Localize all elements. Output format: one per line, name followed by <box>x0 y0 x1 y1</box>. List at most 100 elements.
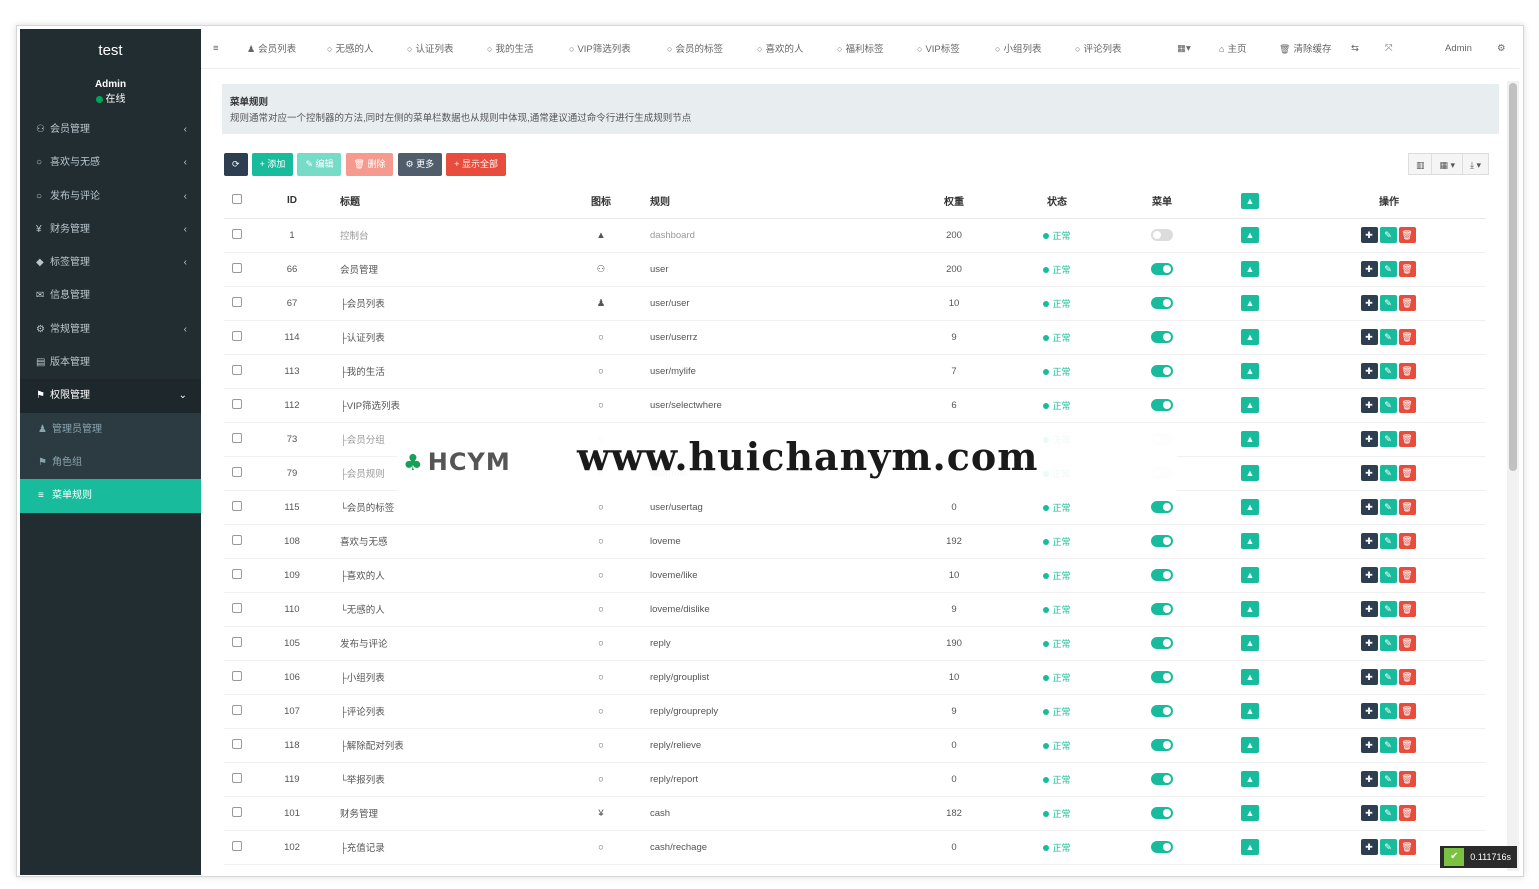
expand-icon[interactable]: ▲ <box>1241 329 1259 345</box>
cell-menu-toggle[interactable] <box>1116 762 1208 797</box>
sidebar-item[interactable]: ⚇ 会员管理 ‹ <box>20 113 201 146</box>
delete-icon[interactable]: 🗑 <box>1398 363 1416 379</box>
table-row[interactable]: 66 会员管理 ⚇ user 200 正常 ▲ ✚ ✎ 🗑 <box>224 252 1486 287</box>
edit-icon[interactable]: ✎ <box>1379 363 1397 379</box>
row-checkbox[interactable] <box>224 762 250 797</box>
cell-expand[interactable]: ▲ <box>1208 626 1292 661</box>
app-logo[interactable]: test <box>20 29 201 73</box>
col-status[interactable]: 状态 <box>998 184 1116 219</box>
sidebar-item[interactable]: ¥ 财务管理 ‹ <box>20 213 201 246</box>
col-title[interactable]: 标题 <box>334 184 558 219</box>
sidebar-item[interactable]: ◆ 标签管理 ‹ <box>20 246 201 279</box>
add-child-icon[interactable]: ✚ <box>1360 635 1378 651</box>
cell-menu-toggle[interactable] <box>1116 796 1208 831</box>
edit-icon[interactable]: ✎ <box>1379 703 1397 719</box>
menu-switch[interactable] <box>1151 331 1173 343</box>
delete-icon[interactable]: 🗑 <box>1398 737 1416 753</box>
row-checkbox[interactable] <box>224 320 250 355</box>
table-row[interactable]: 118 ├解除配对列表 ○ reply/relieve 0 正常 ▲ ✚ ✎ 🗑 <box>224 728 1486 763</box>
row-checkbox[interactable] <box>224 592 250 627</box>
scrollbar-thumb[interactable] <box>1509 83 1517 471</box>
cell-menu-toggle[interactable] <box>1116 524 1208 559</box>
row-checkbox[interactable] <box>224 490 250 525</box>
translate-icon[interactable]: ⇆ <box>1351 29 1359 69</box>
clear-cache-button[interactable]: 🗑 清除缓存 <box>1279 29 1331 69</box>
sidebar-subitem[interactable]: ♟ 管理员管理 <box>20 412 201 446</box>
cell-menu-toggle[interactable] <box>1116 320 1208 355</box>
delete-icon[interactable]: 🗑 <box>1398 397 1416 413</box>
edit-icon[interactable]: ✎ <box>1379 567 1397 583</box>
delete-icon[interactable]: 🗑 <box>1398 771 1416 787</box>
edit-icon[interactable]: ✎ <box>1379 431 1397 447</box>
cell-menu-toggle[interactable] <box>1116 728 1208 763</box>
row-checkbox[interactable] <box>224 694 250 729</box>
delete-icon[interactable]: 🗑 <box>1398 431 1416 447</box>
table-row[interactable]: 113 ├我的生活 ○ user/mylife 7 正常 ▲ ✚ ✎ 🗑 <box>224 354 1486 389</box>
sidebar-subitem[interactable]: ≡ 菜单规则 <box>20 479 201 513</box>
expand-icon[interactable]: ▲ <box>1241 601 1259 617</box>
edit-icon[interactable]: ✎ <box>1379 261 1397 277</box>
row-checkbox[interactable] <box>224 388 250 423</box>
menu-switch[interactable] <box>1151 603 1173 615</box>
table-row[interactable]: 107 ├评论列表 ○ reply/groupreply 9 正常 ▲ ✚ ✎ 🗑 <box>224 694 1486 729</box>
cell-expand[interactable]: ▲ <box>1208 524 1292 559</box>
menu-switch[interactable] <box>1151 365 1173 377</box>
expand-icon[interactable]: ▲ <box>1241 669 1259 685</box>
add-child-icon[interactable]: ✚ <box>1360 533 1378 549</box>
menu-switch[interactable] <box>1151 297 1173 309</box>
expand-icon[interactable]: ▲ <box>1241 839 1259 855</box>
col-icon[interactable]: 图标 <box>558 184 644 219</box>
nav-tab[interactable]: ○ 我的生活 <box>487 29 533 69</box>
delete-icon[interactable]: 🗑 <box>1398 499 1416 515</box>
delete-icon[interactable]: 🗑 <box>1398 669 1416 685</box>
expand-icon[interactable]: ▲ <box>1241 805 1259 821</box>
edit-icon[interactable]: ✎ <box>1379 465 1397 481</box>
col-weigh[interactable]: 权重 <box>910 184 998 219</box>
edit-icon[interactable]: ✎ <box>1379 839 1397 855</box>
cell-menu-toggle[interactable] <box>1116 626 1208 661</box>
cell-expand[interactable]: ▲ <box>1208 762 1292 797</box>
delete-icon[interactable]: 🗑 <box>1398 567 1416 583</box>
add-child-icon[interactable]: ✚ <box>1360 567 1378 583</box>
cell-expand[interactable]: ▲ <box>1208 490 1292 525</box>
cell-expand[interactable]: ▲ <box>1208 286 1292 321</box>
cell-expand[interactable]: ▲ <box>1208 388 1292 423</box>
cell-expand[interactable]: ▲ <box>1208 422 1292 457</box>
cell-menu-toggle[interactable] <box>1116 388 1208 423</box>
edit-icon[interactable]: ✎ <box>1379 669 1397 685</box>
nav-tab[interactable]: ○ 福利标签 <box>837 29 883 69</box>
sidebar-item[interactable]: ✉ 信息管理 <box>20 279 201 312</box>
edit-icon[interactable]: ✎ <box>1379 805 1397 821</box>
menu-switch[interactable] <box>1151 263 1173 275</box>
cell-menu-toggle[interactable] <box>1116 286 1208 321</box>
sidebar-toggle-icon[interactable]: ≡ <box>213 29 219 69</box>
row-checkbox[interactable] <box>224 830 250 865</box>
cell-menu-toggle[interactable] <box>1116 252 1208 287</box>
delete-icon[interactable]: 🗑 <box>1398 329 1416 345</box>
row-checkbox[interactable] <box>224 456 250 491</box>
cell-expand[interactable]: ▲ <box>1208 252 1292 287</box>
menu-switch[interactable] <box>1151 501 1173 513</box>
columns-dropdown-icon[interactable]: ▦ ▾ <box>1431 153 1463 175</box>
sidebar-item[interactable]: ⚑ 权限管理 ⌄ <box>20 379 201 413</box>
edit-icon[interactable]: ✎ <box>1379 601 1397 617</box>
table-row[interactable]: 112 ├VIP筛选列表 ○ user/selectwhere 6 正常 ▲ ✚ ✎ 🗑 <box>224 388 1486 423</box>
delete-icon[interactable]: 🗑 <box>1398 635 1416 651</box>
cell-expand[interactable]: ▲ <box>1208 558 1292 593</box>
edit-icon[interactable]: ✎ <box>1379 635 1397 651</box>
delete-icon[interactable]: 🗑 <box>1398 839 1416 855</box>
col-rule[interactable]: 规则 <box>644 184 910 219</box>
menu-switch[interactable] <box>1151 637 1173 649</box>
settings-icon[interactable]: ⚙ <box>1497 29 1506 69</box>
edit-icon[interactable]: ✎ <box>1379 295 1397 311</box>
toggle-all-button[interactable]: + 显示全部 <box>446 153 506 176</box>
nav-tab[interactable]: ○ VIP标签 <box>917 29 960 69</box>
table-row[interactable]: 67 ├会员列表 ♟ user/user 10 正常 ▲ ✚ ✎ 🗑 <box>224 286 1486 321</box>
expand-icon[interactable]: ▲ <box>1241 465 1259 481</box>
more-tabs-dropdown[interactable]: ▦▾ <box>1177 29 1191 69</box>
nav-tab[interactable]: ○ VIP筛选列表 <box>569 29 631 69</box>
delete-icon[interactable]: 🗑 <box>1398 805 1416 821</box>
menu-switch[interactable] <box>1151 773 1173 785</box>
menu-switch[interactable] <box>1151 705 1173 717</box>
expand-icon[interactable]: ▲ <box>1241 499 1259 515</box>
